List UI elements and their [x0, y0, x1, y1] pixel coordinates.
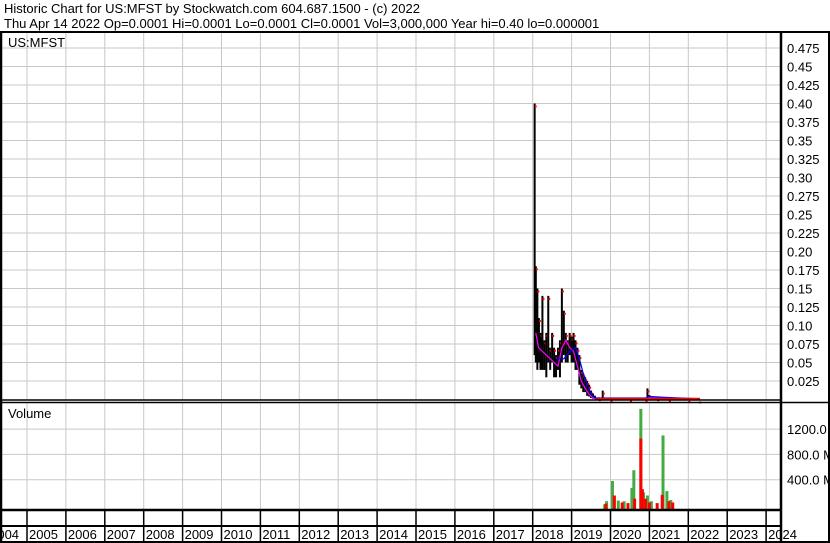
price-tick-mark — [554, 349, 557, 352]
year-label: 2015 — [418, 527, 447, 542]
year-label: 2004 — [0, 527, 19, 542]
volume-bar — [644, 498, 648, 509]
year-label: 2020 — [613, 527, 642, 542]
price-tick-mark — [575, 342, 578, 345]
year-label: 2024 — [768, 527, 797, 542]
year-label: 2010 — [224, 527, 253, 542]
price-tick-label: 0.20 — [787, 245, 812, 260]
price-tick-mark — [534, 105, 537, 108]
volume-bar — [671, 502, 675, 509]
price-tick-mark — [537, 290, 540, 293]
chart-canvas: 0.025 0.05 0.075 0.10 0.125 0.15 0.175 0.20 0.22… — [0, 31, 830, 543]
volume-bar — [660, 494, 664, 509]
volume-bar — [647, 502, 651, 509]
year-label: 2013 — [340, 527, 369, 542]
volume-tick-label: 400.0 M — [787, 473, 830, 488]
price-tick-mark — [542, 297, 545, 300]
volume-bar — [620, 502, 624, 509]
price-tick-label: 0.075 — [787, 337, 820, 352]
year-label: 2005 — [29, 527, 58, 542]
price-tick-label: 0.475 — [787, 41, 820, 56]
price-tick-label: 0.025 — [787, 374, 820, 389]
price-tick-label: 0.375 — [787, 115, 820, 130]
price-tick-label: 0.225 — [787, 226, 820, 241]
volume-tick-label: 1200.0 — [787, 422, 827, 437]
price-tick-mark — [535, 268, 538, 271]
price-tick-mark — [565, 334, 568, 337]
price-tick-mark — [538, 320, 541, 323]
price-tick-label: 0.175 — [787, 263, 820, 278]
year-label: 2016 — [457, 527, 486, 542]
price-tick-label: 0.25 — [787, 208, 812, 223]
price-tick-label: 0.35 — [787, 134, 812, 149]
price-tick-label: 0.30 — [787, 171, 812, 186]
year-label: 2006 — [68, 527, 97, 542]
price-tick-label: 0.325 — [787, 152, 820, 167]
long-moving-average-line — [556, 346, 701, 400]
year-label: 2009 — [185, 527, 214, 542]
price-tick-mark — [577, 349, 580, 352]
year-label: 2021 — [651, 527, 680, 542]
year-label: 2007 — [107, 527, 136, 542]
year-label: 2014 — [379, 527, 408, 542]
year-label: 2011 — [262, 527, 290, 542]
price-tick-label: 0.15 — [787, 282, 812, 297]
volume-bar — [633, 498, 637, 509]
volume-bar — [612, 495, 616, 509]
price-tick-mark — [563, 312, 566, 315]
price-tick-mark — [647, 390, 650, 393]
symbol-label: US:MFST — [8, 35, 65, 50]
price-tick-mark — [573, 334, 576, 337]
price-tick-mark — [548, 297, 551, 300]
year-label: 2022 — [690, 527, 719, 542]
volume-bar — [655, 503, 659, 509]
volume-bar — [604, 503, 608, 509]
year-label: 2019 — [574, 527, 603, 542]
chart-window: Historic Chart for US:MFST by Stockwatch… — [0, 0, 830, 543]
year-label: 2012 — [301, 527, 330, 542]
price-tick-label: 0.275 — [787, 189, 820, 204]
volume-bar — [640, 489, 644, 509]
volume-bar — [616, 500, 620, 509]
price-tick-mark — [602, 392, 605, 395]
volume-bar — [626, 503, 630, 509]
volume-bar — [667, 501, 671, 509]
year-label: 2017 — [496, 527, 525, 542]
price-tick-label: 0.125 — [787, 300, 820, 315]
year-label: 2008 — [146, 527, 175, 542]
price-tick-mark — [561, 290, 564, 293]
volume-tick-label: 800.0 M — [787, 447, 830, 462]
price-tick-label: 0.425 — [787, 78, 820, 93]
price-tick-label: 0.05 — [787, 356, 812, 371]
volume-label: Volume — [8, 406, 51, 421]
price-tick-label: 0.10 — [787, 319, 812, 334]
price-tick-label: 0.40 — [787, 97, 812, 112]
year-label: 2018 — [535, 527, 564, 542]
price-tick-label: 0.45 — [787, 60, 812, 75]
price-tick-mark — [552, 334, 555, 337]
year-label: 2023 — [729, 527, 758, 542]
